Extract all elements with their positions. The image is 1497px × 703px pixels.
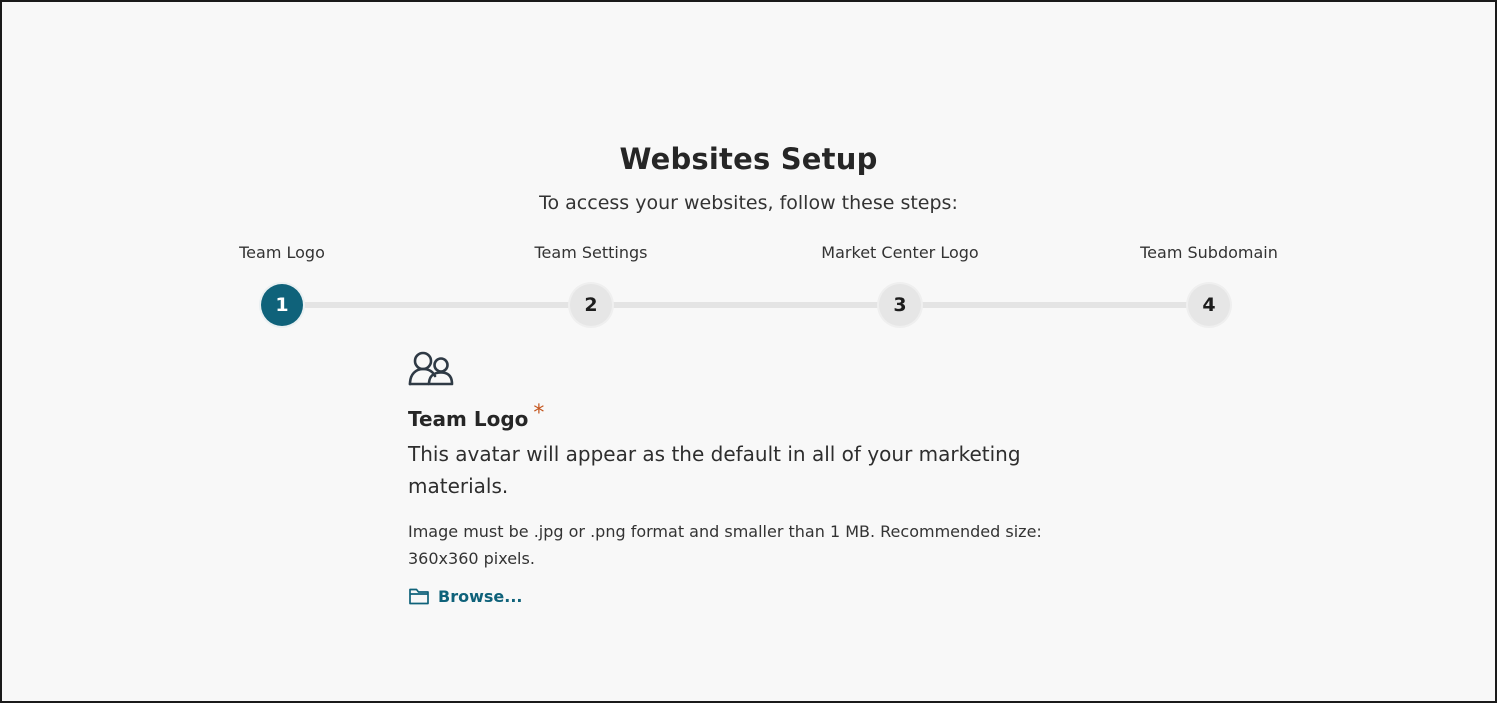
section-title-text: Team Logo bbox=[408, 407, 529, 431]
setup-page: Websites Setup To access your websites, … bbox=[0, 0, 1497, 703]
step-label-team-logo: Team Logo bbox=[239, 243, 325, 262]
required-mark: * bbox=[533, 401, 545, 426]
page-subtitle: To access your websites, follow these st… bbox=[539, 192, 958, 214]
users-icon bbox=[408, 351, 454, 386]
page-title: Websites Setup bbox=[619, 142, 878, 176]
step-label-market-center-logo: Market Center Logo bbox=[821, 243, 979, 262]
stepper-track bbox=[282, 302, 1209, 308]
step-2-circle[interactable]: 2 bbox=[570, 284, 612, 326]
browse-button[interactable]: Browse... bbox=[408, 586, 522, 606]
file-requirements-hint: Image must be .jpg or .png format and sm… bbox=[408, 522, 1042, 568]
step-3-circle[interactable]: 3 bbox=[879, 284, 921, 326]
section-description: This avatar will appear as the default i… bbox=[408, 442, 1021, 498]
folder-icon bbox=[409, 588, 429, 605]
browse-label: Browse... bbox=[438, 586, 523, 606]
step-label-team-settings: Team Settings bbox=[534, 243, 648, 262]
step-1-circle[interactable]: 1 bbox=[261, 284, 303, 326]
step-4-circle[interactable]: 4 bbox=[1188, 284, 1230, 326]
step-label-team-subdomain: Team Subdomain bbox=[1140, 243, 1278, 262]
section-title: Team Logo * bbox=[408, 401, 544, 432]
